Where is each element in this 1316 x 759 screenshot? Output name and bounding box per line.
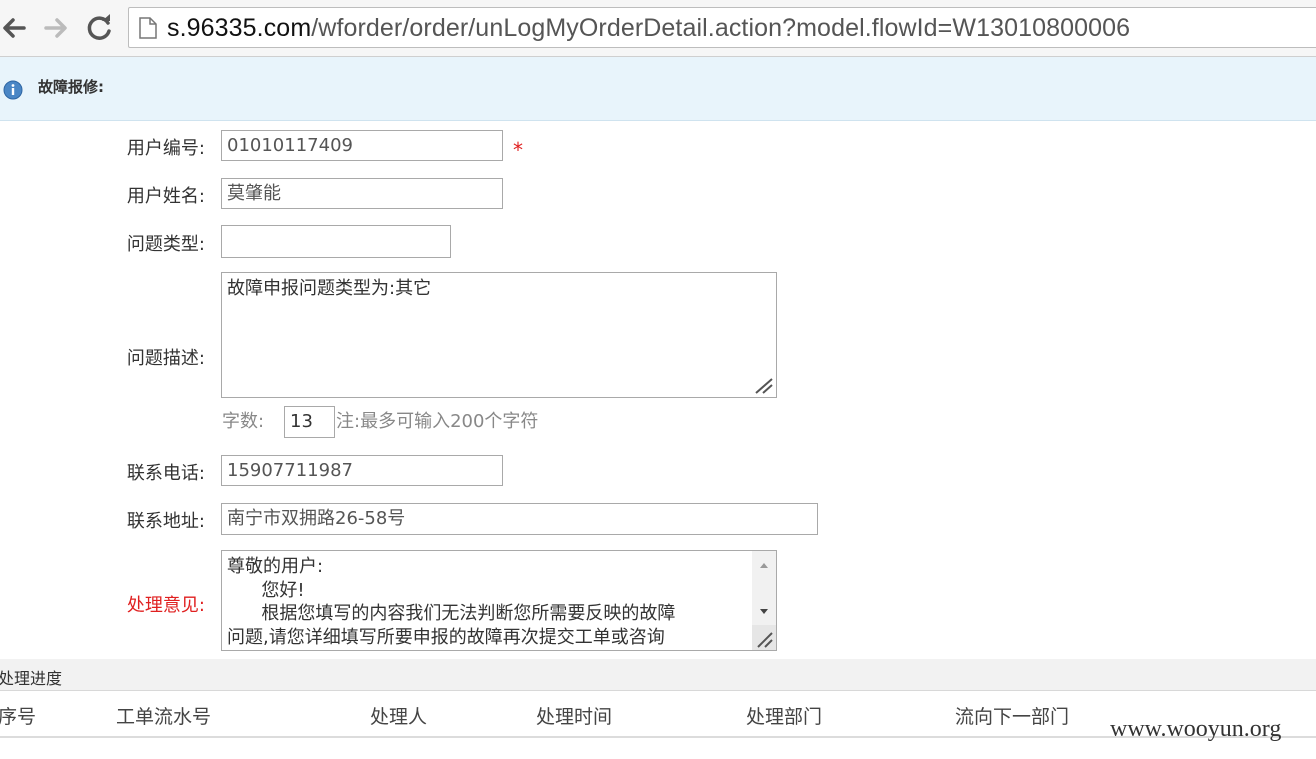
address-label: 联系地址: [126, 511, 205, 532]
user-name-label: 用户姓名: [126, 186, 205, 207]
back-arrow-icon [3, 18, 26, 38]
phone-field[interactable]: 15907711987 [221, 455, 503, 486]
url-text: s.96335.com/wforder/order/unLogMyOrderDe… [167, 14, 1130, 43]
info-bar: 故障报修: [0, 57, 1316, 121]
url-path: /wforder/order/unLogMyOrderDetail.action… [311, 14, 1131, 42]
forward-button[interactable] [40, 12, 72, 44]
back-button[interactable] [0, 12, 30, 44]
issue-desc-label: 问题描述: [126, 348, 205, 369]
char-count-label: 字数: [222, 411, 265, 432]
resize-grip-icon[interactable] [752, 375, 774, 395]
reload-button[interactable] [84, 12, 116, 44]
url-host: s.96335.com [167, 14, 312, 42]
opinion-text: 尊敬的用户: 您好! 根据您填写的内容我们无法判断您所需要反映的故障 问题,请您… [227, 556, 676, 648]
user-id-label: 用户编号: [126, 138, 205, 159]
col-header-dept: 处理部门 [746, 706, 823, 728]
watermark: www.wooyun.org [1110, 716, 1282, 742]
phone-label: 联系电话: [126, 463, 205, 484]
col-header-handler: 处理人 [370, 706, 428, 728]
col-header-time: 处理时间 [536, 706, 613, 728]
address-field[interactable]: 南宁市双拥路26-58号 [221, 503, 818, 535]
opinion-scrollbar[interactable] [752, 551, 776, 650]
char-count-hint: 注:最多可输入200个字符 [336, 411, 539, 432]
col-header-flow-no: 工单流水号 [116, 706, 212, 728]
char-count-field: 13 [284, 406, 335, 438]
required-mark: * [513, 138, 523, 162]
user-id-field[interactable]: 01010117409 [221, 130, 503, 161]
info-bar-title: 故障报修: [38, 78, 104, 96]
col-header-next-dept: 流向下一部门 [955, 706, 1070, 728]
issue-desc-text: 故障申报问题类型为:其它 [227, 278, 432, 299]
issue-type-field[interactable] [221, 225, 451, 258]
reload-icon [87, 14, 111, 40]
browser-toolbar: s.96335.com/wforder/order/unLogMyOrderDe… [0, 0, 1316, 57]
opinion-textarea[interactable]: 尊敬的用户: 您好! 根据您填写的内容我们无法判断您所需要反映的故障 问题,请您… [221, 550, 777, 651]
forward-arrow-icon [44, 18, 67, 38]
issue-type-label: 问题类型: [126, 234, 205, 255]
progress-title: 处理进度 [0, 669, 63, 688]
page-icon [139, 17, 157, 43]
col-header-index: 序号 [0, 706, 37, 728]
opinion-label: 处理意见: [126, 595, 205, 616]
scroll-arrows-icon [752, 563, 776, 650]
user-name-field[interactable]: 莫肇能 [221, 178, 503, 209]
info-icon [3, 80, 23, 100]
progress-section-header: 处理进度 [0, 659, 1316, 691]
address-bar[interactable]: s.96335.com/wforder/order/unLogMyOrderDe… [128, 7, 1316, 48]
issue-desc-textarea[interactable]: 故障申报问题类型为:其它 [221, 272, 777, 398]
